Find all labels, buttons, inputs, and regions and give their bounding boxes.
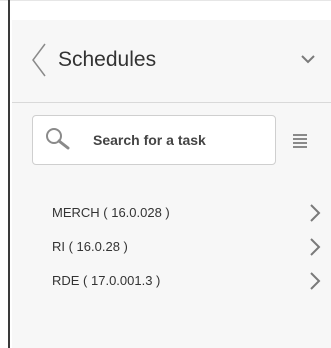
panel-header: Schedules [12, 20, 331, 102]
chevron-down-icon[interactable] [300, 52, 316, 64]
panel-title[interactable]: Schedules [58, 46, 156, 74]
chevron-right-icon [309, 271, 321, 291]
header-divider [12, 102, 331, 103]
list-icon[interactable] [292, 133, 308, 149]
task-label: MERCH ( 16.0.028 ) [52, 205, 170, 220]
search-placeholder: Search for a task [93, 132, 206, 148]
chevron-right-icon [309, 203, 321, 223]
schedules-panel: Schedules Search for a task MERCH (16.0… [12, 20, 331, 348]
task-row[interactable]: RI ( 16.0.28 ) [12, 231, 331, 263]
task-row[interactable]: RDE ( 17.0.001.3 ) [12, 265, 331, 297]
task-row[interactable]: MERCH ( 16.0.028 ) [12, 197, 331, 229]
chevron-right-icon [309, 237, 321, 257]
task-label: RDE ( 17.0.001.3 ) [52, 273, 161, 288]
task-label: RI ( 16.0.28 ) [52, 239, 128, 254]
search-icon [45, 127, 71, 151]
chevron-left-icon[interactable] [30, 42, 48, 78]
search-input[interactable]: Search for a task [32, 115, 276, 165]
app-frame: Schedules Search for a task MERCH (16.0… [0, 0, 331, 348]
left-divider [8, 0, 10, 348]
top-divider [0, 0, 331, 1]
